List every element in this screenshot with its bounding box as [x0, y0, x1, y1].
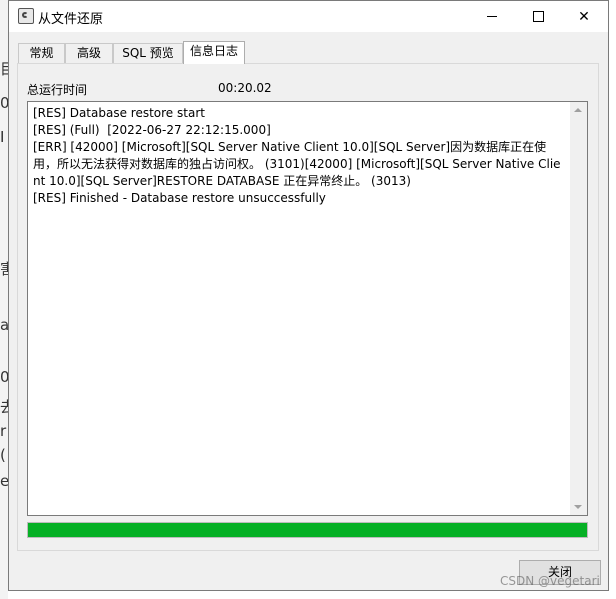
- runtime-value: 00:20.02: [218, 81, 272, 95]
- watermark-text: CSDN @vegetari: [500, 574, 600, 588]
- title-bar[interactable]: 从文件还原 ✕: [9, 1, 608, 32]
- background-text: 0: [0, 94, 8, 112]
- background-text: I: [0, 128, 5, 146]
- restore-dialog: 从文件还原 ✕ 常规 高级 SQL 预览 信息日志 总运行时间 00:20.02…: [8, 0, 609, 591]
- background-text: 去: [0, 398, 8, 416]
- log-line: [ERR] [42000] [Microsoft][SQL Server Nat…: [33, 140, 561, 188]
- background-text: r: [0, 422, 7, 440]
- tab-advanced[interactable]: 高级: [65, 43, 113, 63]
- log-content: [RES] Database restore start [RES] (Full…: [33, 105, 565, 207]
- background-text: 害: [0, 260, 8, 278]
- restore-app-icon: [18, 8, 34, 24]
- log-line: [RES] Database restore start: [33, 106, 205, 120]
- log-line: [RES] Finished - Database restore unsucc…: [33, 191, 326, 205]
- window-title: 从文件还原: [38, 12, 104, 27]
- tab-info-log[interactable]: 信息日志: [183, 41, 245, 64]
- minimize-button[interactable]: [469, 1, 515, 32]
- background-text: 目: [0, 60, 8, 78]
- runtime-label: 总运行时间: [27, 83, 88, 97]
- close-window-button[interactable]: ✕: [561, 1, 607, 32]
- background-text: e: [0, 472, 8, 490]
- background-text: (: [0, 446, 6, 464]
- background-app-edge: 目 0 I 害 a 0 去 r ( e: [0, 0, 8, 599]
- log-textbox[interactable]: [RES] Database restore start [RES] (Full…: [27, 101, 588, 516]
- tab-sql-preview[interactable]: SQL 预览: [113, 43, 183, 63]
- close-icon: ✕: [578, 8, 590, 25]
- minimize-icon: [487, 16, 497, 17]
- maximize-button[interactable]: [515, 1, 561, 32]
- log-line: [RES] (Full) [2022-06-27 22:12:15.000]: [33, 123, 271, 137]
- background-text: 0: [0, 368, 8, 386]
- background-text: a: [0, 316, 8, 334]
- scroll-down-icon[interactable]: [574, 505, 582, 509]
- maximize-icon: [532, 11, 544, 22]
- restore-progress-bar: [27, 522, 588, 538]
- progress-fill: [28, 523, 587, 537]
- tab-general[interactable]: 常规: [18, 43, 65, 63]
- scroll-up-icon[interactable]: [574, 108, 582, 112]
- log-scrollbar[interactable]: [570, 102, 587, 515]
